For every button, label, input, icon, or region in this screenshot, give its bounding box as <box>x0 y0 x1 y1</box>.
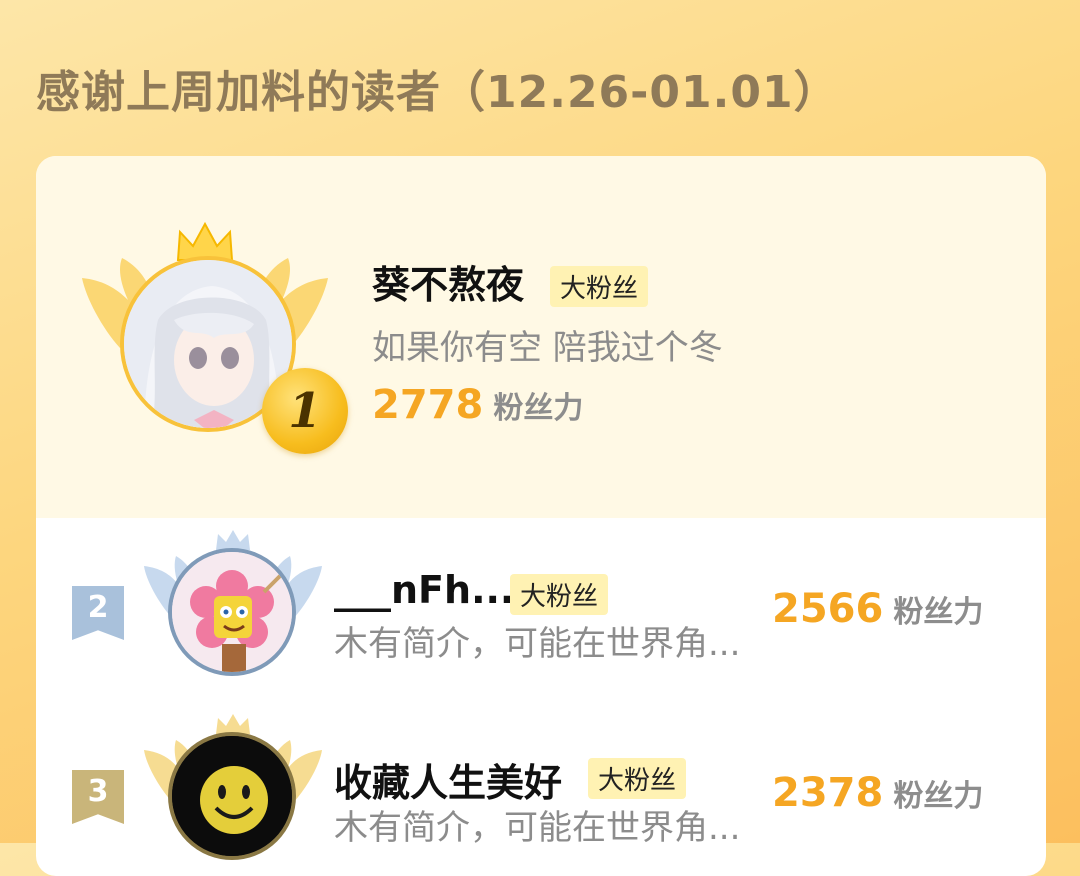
reader-score: 2566 粉丝力 <box>772 586 983 632</box>
crown-icon <box>216 530 250 550</box>
avatar <box>168 548 296 676</box>
fan-badge: 大粉丝 <box>550 266 649 307</box>
score-value: 2778 <box>372 382 484 428</box>
rank-medal-1: 1 <box>262 368 348 454</box>
reader-avatar-group[interactable] <box>144 528 322 680</box>
fan-badge: 大粉丝 <box>510 574 609 615</box>
reader-bio: 木有简介，可能在世界角... <box>334 808 741 848</box>
score-value: 2566 <box>772 586 884 632</box>
score-unit: 粉丝力 <box>493 391 584 426</box>
rank-flag-2: 2 <box>72 586 124 640</box>
avatar <box>168 732 296 860</box>
top-reader-bio: 如果你有空 陪我过个冬 <box>372 328 723 368</box>
rank-flag-3: 3 <box>72 770 124 824</box>
reader-name[interactable]: ___nFh... <box>334 568 514 612</box>
top-reader-avatar-group[interactable]: 1 <box>82 218 348 454</box>
crown-icon <box>216 714 250 734</box>
reader-avatar-group[interactable] <box>144 712 322 864</box>
score-unit: 粉丝力 <box>893 595 984 630</box>
reader-score: 2378 粉丝力 <box>772 770 983 816</box>
top-reader-score: 2778 粉丝力 <box>372 382 583 428</box>
leaderboard-card: 1 葵不熬夜 大粉丝 如果你有空 陪我过个冬 2778 粉丝力 2 ___nFh… <box>36 156 1046 876</box>
top-reader-name[interactable]: 葵不熬夜 <box>372 254 524 309</box>
reader-name[interactable]: 收藏人生美好 <box>334 752 562 807</box>
reader-bio: 木有简介，可能在世界角... <box>334 624 741 664</box>
page-title: 感谢上周加料的读者（12.26-01.01） <box>36 67 839 118</box>
score-unit: 粉丝力 <box>893 779 984 814</box>
crown-icon <box>176 221 234 261</box>
fan-badge: 大粉丝 <box>588 758 687 799</box>
score-value: 2378 <box>772 770 884 816</box>
